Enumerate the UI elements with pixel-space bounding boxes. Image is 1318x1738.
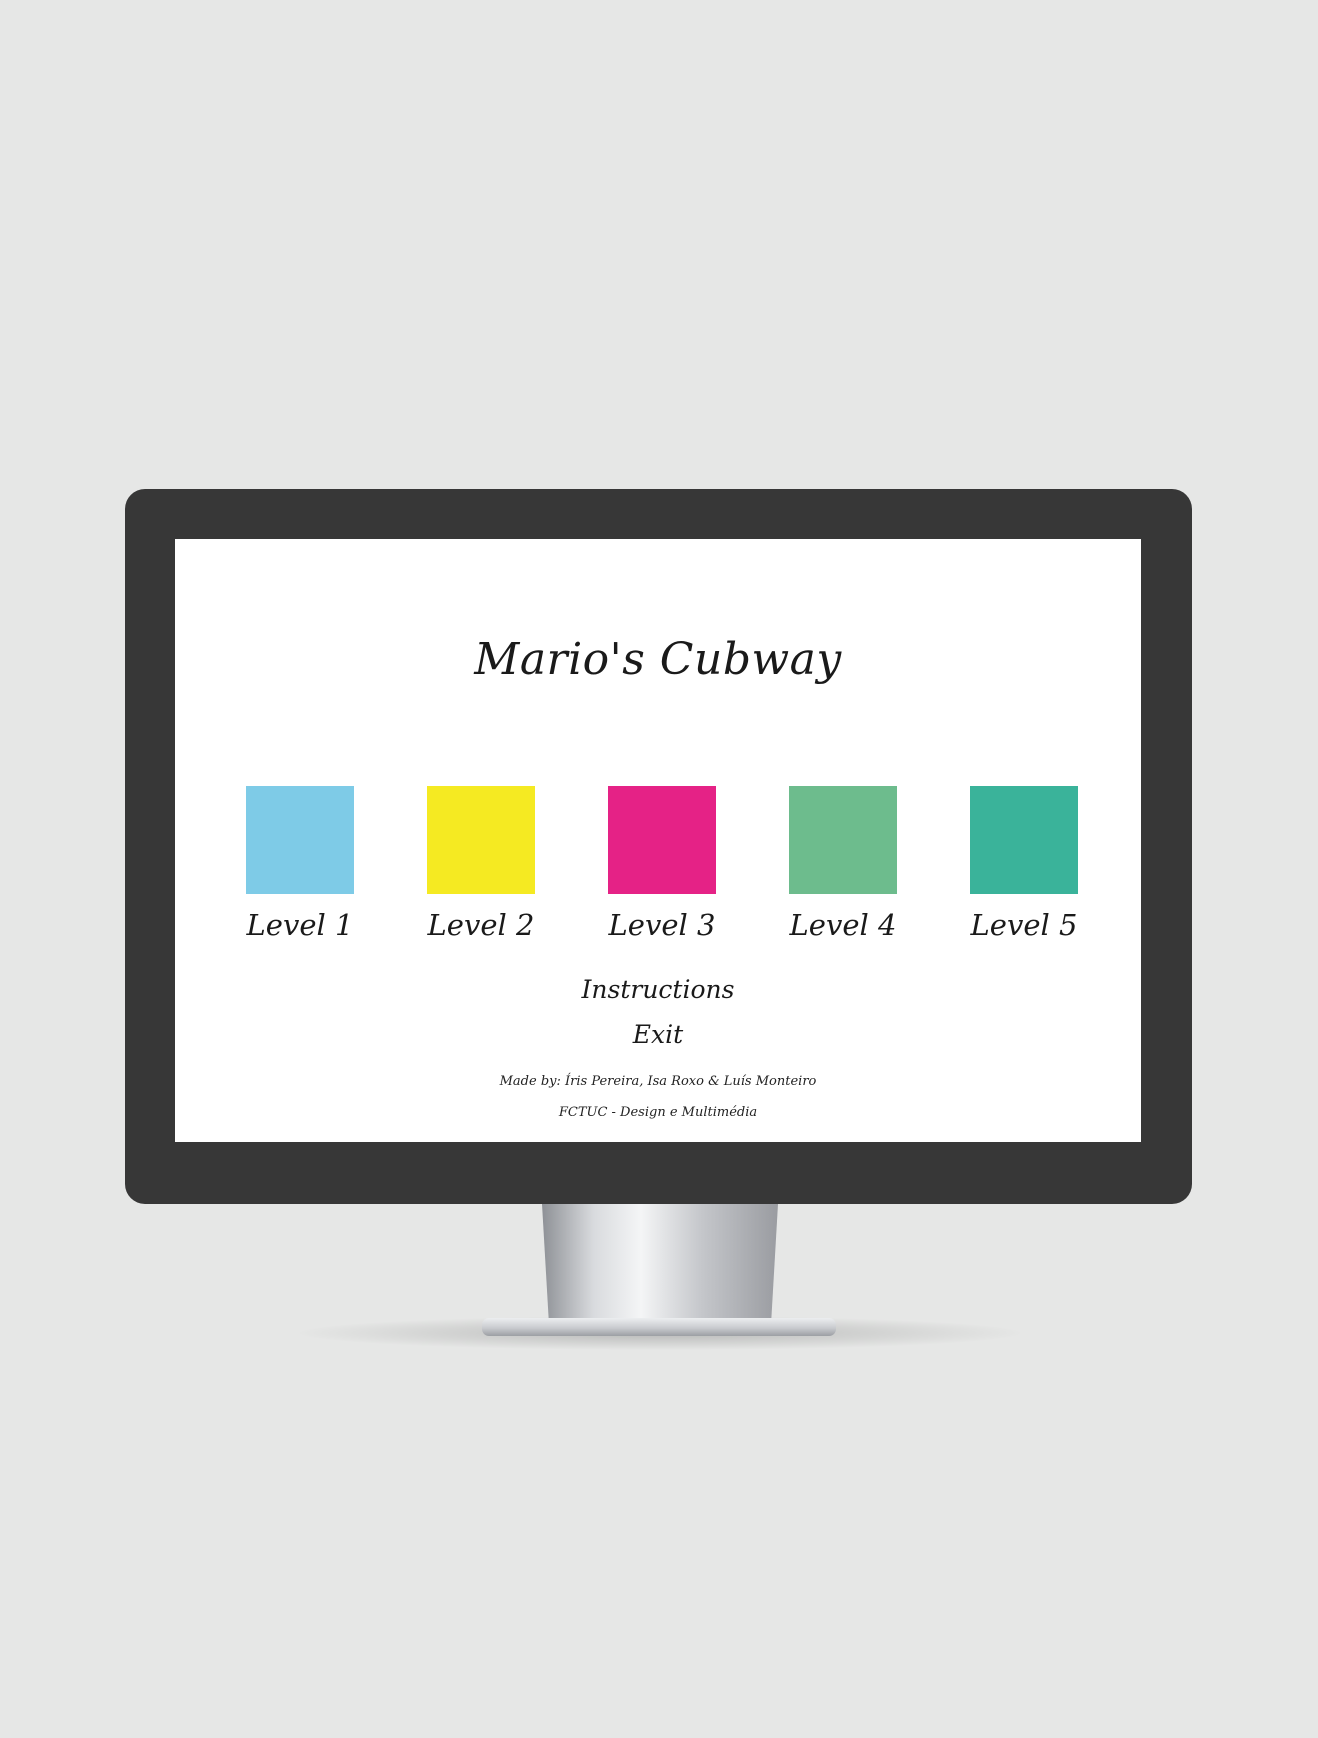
level-3-cube[interactable] (608, 786, 716, 894)
level-5-button[interactable]: Level 5 (954, 786, 1094, 942)
credits-institution: FCTUC - Design e Multimédia (558, 1105, 758, 1120)
level-2-label[interactable]: Level 2 (411, 908, 551, 942)
level-4-label[interactable]: Level 4 (773, 908, 913, 942)
level-5-cube[interactable] (970, 786, 1078, 894)
monitor-bezel: Mario's Cubway Level 1 Level 2 Level 3 L… (125, 489, 1192, 1204)
instructions-button[interactable]: Instructions (175, 975, 1141, 1004)
level-2-cube[interactable] (427, 786, 535, 894)
monitor-stand-neck (542, 1204, 778, 1326)
level-1-button[interactable]: Level 1 (230, 786, 370, 942)
level-4-cube[interactable] (789, 786, 897, 894)
level-1-label[interactable]: Level 1 (230, 908, 370, 942)
level-4-button[interactable]: Level 4 (773, 786, 913, 942)
monitor-stand-base (482, 1318, 836, 1336)
level-3-button[interactable]: Level 3 (592, 786, 732, 942)
game-screen: Mario's Cubway Level 1 Level 2 Level 3 L… (175, 539, 1141, 1142)
level-1-cube[interactable] (246, 786, 354, 894)
level-2-button[interactable]: Level 2 (411, 786, 551, 942)
exit-button[interactable]: Exit (175, 1020, 1141, 1049)
level-3-label[interactable]: Level 3 (592, 908, 732, 942)
level-5-label[interactable]: Level 5 (954, 908, 1094, 942)
credits-authors: Made by: Íris Pereira, Isa Roxo & Luís M… (499, 1074, 817, 1089)
game-title: Mario's Cubway (474, 634, 842, 685)
